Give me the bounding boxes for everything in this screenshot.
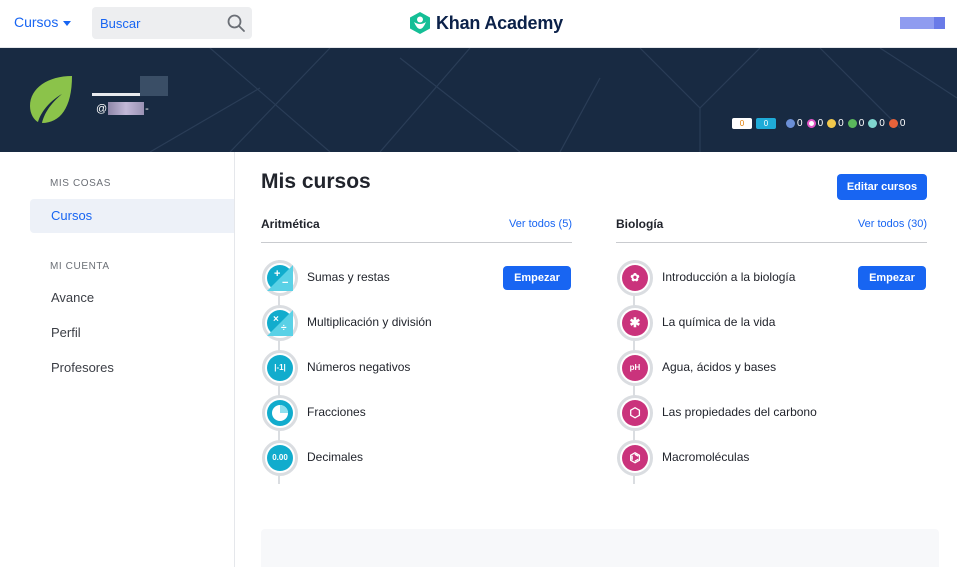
logo-text: Khan Academy [436,12,563,33]
decimal-icon[interactable]: 0.00 [262,440,298,476]
sun-badge[interactable]: 0 [847,118,864,129]
khan-academy-logo[interactable]: Khan Academy [409,11,563,35]
unit-row: × ÷ Multiplicación y división [261,305,572,341]
black-hole-badge[interactable]: 0 [868,118,885,129]
unit-row: pH Agua, ácidos y bases [616,350,927,386]
carbon-ring-icon[interactable]: ⬡ [617,395,653,431]
ph-icon[interactable]: pH [617,350,653,386]
molecule-icon[interactable]: ✱ [617,305,653,341]
leaf-avatar-icon[interactable] [28,74,74,124]
unit-row: Fracciones [261,395,572,431]
svg-text:×: × [273,314,279,325]
black-hole-badge-icon [868,119,878,128]
svg-text:÷: ÷ [281,323,287,334]
unit-row: ⬡ Las propiedades del carbono [616,395,927,431]
energy-points: 0 [756,118,776,129]
unit-row: ✱ La química de la vida [616,305,927,341]
svg-text:−: − [282,277,288,289]
sidebar-heading-my-account: MI CUENTA [50,261,110,272]
meteorite-badge-icon [786,119,795,128]
streak-count: 0 [732,118,752,129]
course-header: Biología Ver todos (30) [616,214,927,243]
times-divide-icon[interactable]: × ÷ [262,305,298,341]
username: @ - [96,102,149,115]
moon-badge-icon [806,119,816,128]
challenge-patch-badge[interactable]: 0 [888,118,905,129]
unit-row: |-1| Números negativos [261,350,572,386]
earth-badge-icon [827,119,837,128]
search-icon[interactable] [226,13,246,33]
unit-label[interactable]: Sumas y restas [307,270,390,284]
unit-label[interactable]: Introducción a la biología [662,270,795,284]
course-card-arithmetic: Aritmética Ver todos (5) + − Sumas y rest… [261,214,572,484]
edit-courses-button[interactable]: Editar cursos [837,174,927,200]
courses-menu-button[interactable]: Cursos [14,14,72,30]
courses-menu-label: Cursos [14,14,59,30]
plus-minus-icon[interactable]: + − [262,260,298,296]
unit-label[interactable]: Las propiedades del carbono [662,405,817,419]
unit-row: ⌬ Macromoléculas [616,440,927,476]
banner-background [149,48,957,152]
unit-label[interactable]: Agua, ácidos y bases [662,360,776,374]
next-section-card [261,529,939,567]
course-card-biology: Biología Ver todos (30) ✿ Introducción a… [616,214,927,484]
start-button[interactable]: Empezar [503,266,571,290]
unit-row: + − Sumas y restas Empezar [261,260,572,296]
see-all-link[interactable]: Ver todos (5) [509,218,572,230]
unit-label[interactable]: Decimales [307,450,363,464]
sidebar-item-teachers[interactable]: Profesores [30,351,234,385]
macromolecule-icon[interactable]: ⌬ [617,440,653,476]
pie-fraction-icon[interactable] [262,395,298,431]
search-box [92,7,252,39]
profile-banner: @ - 0 0 0 0 0 0 0 0 [0,48,957,152]
flower-icon[interactable]: ✿ [617,260,653,296]
unit-label[interactable]: Multiplicación y división [307,315,432,329]
top-bar: Cursos Khan Academy [0,0,957,48]
challenge-patch-icon [888,119,898,128]
display-name-redacted [92,76,168,96]
profile-stats: 0 0 0 0 0 0 0 0 [732,118,905,129]
sidebar-item-progress[interactable]: Avance [30,281,234,315]
sun-badge-icon [847,119,857,128]
search-input[interactable] [92,7,222,39]
chevron-down-icon [63,20,72,26]
sidebar-item-profile[interactable]: Perfil [30,316,234,350]
course-header: Aritmética Ver todos (5) [261,214,572,243]
unit-label[interactable]: Macromoléculas [662,450,749,464]
khan-hexagon-icon [410,12,430,34]
sidebar-heading-my-stuff: MIS COSAS [50,178,111,189]
unit-row: 0.00 Decimales [261,440,572,476]
see-all-link[interactable]: Ver todos (30) [858,218,927,230]
user-menu-button[interactable] [900,17,945,29]
meteorite-badge[interactable]: 0 [786,118,803,129]
earth-badge[interactable]: 0 [827,118,844,129]
absolute-value-icon[interactable]: |-1| [262,350,298,386]
sidebar-item-courses[interactable]: Cursos [30,199,234,233]
sidebar: MIS COSAS Cursos MI CUENTA Avance Perfil… [0,152,235,567]
username-redacted [108,102,145,115]
course-title[interactable]: Biología [616,217,663,231]
svg-text:+: + [274,268,280,280]
unit-label[interactable]: Números negativos [307,360,410,374]
start-button[interactable]: Empezar [858,266,926,290]
moon-badge[interactable]: 0 [806,118,823,129]
unit-label[interactable]: Fracciones [307,405,366,419]
page-title: Mis cursos [261,170,371,193]
unit-row: ✿ Introducción a la biología Empezar [616,260,927,296]
unit-label[interactable]: La química de la vida [662,315,775,329]
course-title[interactable]: Aritmética [261,217,320,231]
